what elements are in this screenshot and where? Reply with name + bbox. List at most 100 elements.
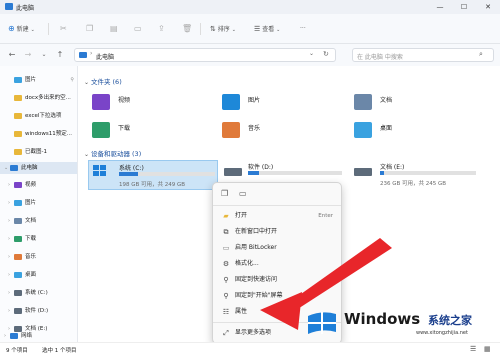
sidebar-item-drive-c[interactable]: › 系统 (C:) bbox=[8, 287, 78, 299]
folder-icon bbox=[14, 148, 22, 155]
sidebar-item-label: 网络 bbox=[21, 333, 33, 339]
drives-section-header[interactable]: ⌄ 设备和驱动器 (3) bbox=[84, 148, 141, 158]
breadcrumb[interactable]: 此电脑 bbox=[96, 52, 114, 61]
sidebar-item-drive-d[interactable]: › 软件 (D:) bbox=[8, 305, 78, 317]
sidebar-item-network[interactable]: › 网络 bbox=[4, 330, 78, 342]
windows-logo-icon bbox=[308, 312, 336, 334]
sidebar-item-pictures[interactable]: › 图片 bbox=[8, 197, 78, 209]
documents-folder-icon bbox=[354, 94, 372, 110]
videos-icon bbox=[14, 181, 22, 188]
folder-label: 桌面 bbox=[380, 125, 393, 132]
menu-item-open[interactable]: ▰ 打开 Enter bbox=[217, 209, 339, 223]
music-folder-icon bbox=[222, 122, 240, 138]
this-pc-icon bbox=[10, 164, 18, 171]
navigation-pane: 图片 ⚲ docx多出来的空... excel下拉选项 windows11预定.… bbox=[0, 66, 78, 342]
sidebar-item-pictures-pinned[interactable]: 图片 ⚲ bbox=[14, 74, 78, 86]
back-arrow-icon[interactable]: ← bbox=[6, 49, 18, 61]
network-icon bbox=[10, 332, 18, 339]
sidebar-item-label: 图片 bbox=[25, 200, 37, 206]
folder-label: 图片 bbox=[248, 97, 261, 104]
music-icon bbox=[14, 253, 22, 260]
sidebar-item-label: 视频 bbox=[25, 182, 37, 188]
folders-section-header[interactable]: ⌄ 文件夹 (6) bbox=[84, 76, 122, 86]
tiles-view-icon[interactable]: ▦ bbox=[484, 345, 491, 353]
sidebar-item-folder[interactable]: windows11预定... bbox=[14, 128, 78, 140]
folder-tile-videos[interactable]: 视频 bbox=[92, 92, 212, 112]
share-icon[interactable]: ⇪ bbox=[158, 23, 165, 35]
sidebar-item-documents[interactable]: › 文档 bbox=[8, 215, 78, 227]
section-title: 文件夹 (6) bbox=[90, 78, 122, 86]
window-title: 此电脑 bbox=[16, 5, 35, 12]
minimize-button[interactable]: — bbox=[428, 1, 452, 13]
copy-icon[interactable]: ❐ bbox=[86, 23, 93, 35]
sidebar-item-music[interactable]: › 音乐 bbox=[8, 251, 78, 263]
close-button[interactable]: ✕ bbox=[476, 1, 500, 13]
sidebar-item-desktop[interactable]: › 桌面 bbox=[8, 269, 78, 281]
folder-icon bbox=[14, 94, 22, 101]
search-box[interactable]: 在 此电脑 中搜索 ⌕ bbox=[352, 48, 494, 62]
sidebar-item-label: 音乐 bbox=[25, 254, 37, 260]
sidebar-item-label: 系统 (C:) bbox=[25, 290, 48, 296]
refresh-icon[interactable]: ↻ bbox=[323, 50, 329, 58]
drive-icon bbox=[354, 168, 372, 176]
view-button[interactable]: ☰ 查看 ⌄ bbox=[254, 23, 280, 35]
sidebar-item-label: windows11预定... bbox=[25, 131, 72, 137]
drive-space-text: 236 GB 可用，共 245 GB bbox=[380, 181, 447, 187]
sidebar-item-label: 文档 bbox=[25, 218, 37, 224]
folder-tile-pictures[interactable]: 图片 bbox=[222, 92, 342, 112]
rename-icon[interactable]: ▭ bbox=[134, 23, 142, 35]
sidebar-item-folder[interactable]: excel下拉选项 bbox=[14, 110, 78, 122]
copy-icon[interactable]: ❐ bbox=[221, 189, 228, 198]
drive-icon bbox=[14, 289, 22, 296]
sidebar-item-label: 已截图-1 bbox=[25, 149, 47, 155]
folder-tile-desktop[interactable]: 桌面 bbox=[354, 120, 474, 140]
folder-tile-music[interactable]: 音乐 bbox=[222, 120, 342, 140]
drive-name: 软件 (D:) bbox=[248, 164, 274, 171]
breadcrumb-separator-icon: › bbox=[90, 50, 93, 57]
sidebar-item-folder[interactable]: 已截图-1 bbox=[14, 146, 78, 158]
downloads-folder-icon bbox=[92, 122, 110, 138]
search-placeholder: 在 此电脑 中搜索 bbox=[357, 54, 403, 61]
rename-icon[interactable]: ▭ bbox=[239, 189, 247, 198]
maximize-button[interactable]: ☐ bbox=[452, 1, 476, 13]
address-bar[interactable]: › 此电脑 ⌄ ↻ bbox=[74, 48, 336, 62]
command-bar: ⊕ 新建 ⌄ ✂ ❐ ▤ ▭ ⇪ 🗑 ⇅ 排序 ⌄ ☰ 查看 ⌄ ··· bbox=[0, 14, 500, 44]
sidebar-item-videos[interactable]: › 视频 bbox=[8, 179, 78, 191]
drive-tile-c[interactable]: 系统 (C:) 198 GB 可用，共 249 GB bbox=[88, 160, 218, 190]
status-bar: 9 个项目 选中 1 个项目 ☰ ▦ bbox=[0, 342, 500, 356]
folder-tile-documents[interactable]: 文档 bbox=[354, 92, 474, 112]
paste-icon[interactable]: ▤ bbox=[110, 23, 118, 35]
drive-icon bbox=[224, 168, 242, 176]
sidebar-item-label: 此电脑 bbox=[21, 165, 38, 171]
chevron-down-icon[interactable]: ⌄ bbox=[309, 50, 314, 57]
more-button[interactable]: ··· bbox=[300, 23, 306, 35]
sidebar-item-this-pc[interactable]: ⌄ 此电脑 bbox=[0, 162, 77, 174]
sidebar-item-label: 下载 bbox=[25, 236, 37, 242]
watermark-site-name: 系统之家 bbox=[428, 314, 472, 327]
chevron-down-icon: ⌄ bbox=[84, 79, 90, 86]
folder-label: 视频 bbox=[118, 97, 131, 104]
sidebar-item-label: 图片 bbox=[25, 77, 37, 83]
sort-label: 排序 bbox=[217, 26, 230, 33]
watermark-brand: Windows bbox=[344, 310, 421, 328]
sidebar-item-downloads[interactable]: › 下载 bbox=[8, 233, 78, 245]
sort-icon: ⇅ bbox=[210, 25, 216, 33]
folder-tile-downloads[interactable]: 下载 bbox=[92, 120, 212, 140]
sidebar-item-label: 软件 (D:) bbox=[25, 308, 49, 314]
folder-icon bbox=[14, 112, 22, 119]
cut-icon[interactable]: ✂ bbox=[60, 23, 67, 35]
chevron-down-icon: ⌄ bbox=[30, 27, 35, 33]
sort-button[interactable]: ⇅ 排序 ⌄ bbox=[210, 23, 236, 35]
recent-chevron-icon[interactable]: ⌄ bbox=[38, 49, 50, 61]
details-view-icon[interactable]: ☰ bbox=[470, 345, 476, 353]
documents-icon bbox=[14, 217, 22, 224]
sidebar-item-folder[interactable]: docx多出来的空... bbox=[14, 92, 78, 104]
watermark: Windows 系统之家 www.xitongzhijia.net bbox=[304, 302, 494, 342]
up-arrow-icon[interactable]: ↑ bbox=[54, 49, 66, 61]
drive-tile-e[interactable]: 文档 (E:) 236 GB 可用，共 245 GB bbox=[352, 160, 492, 190]
forward-arrow-icon[interactable]: → bbox=[22, 49, 34, 61]
delete-icon[interactable]: 🗑 bbox=[182, 23, 192, 35]
new-label: 新建 bbox=[16, 26, 29, 33]
open-icon: ▰ bbox=[223, 212, 229, 220]
new-button[interactable]: ⊕ 新建 ⌄ bbox=[8, 23, 35, 35]
